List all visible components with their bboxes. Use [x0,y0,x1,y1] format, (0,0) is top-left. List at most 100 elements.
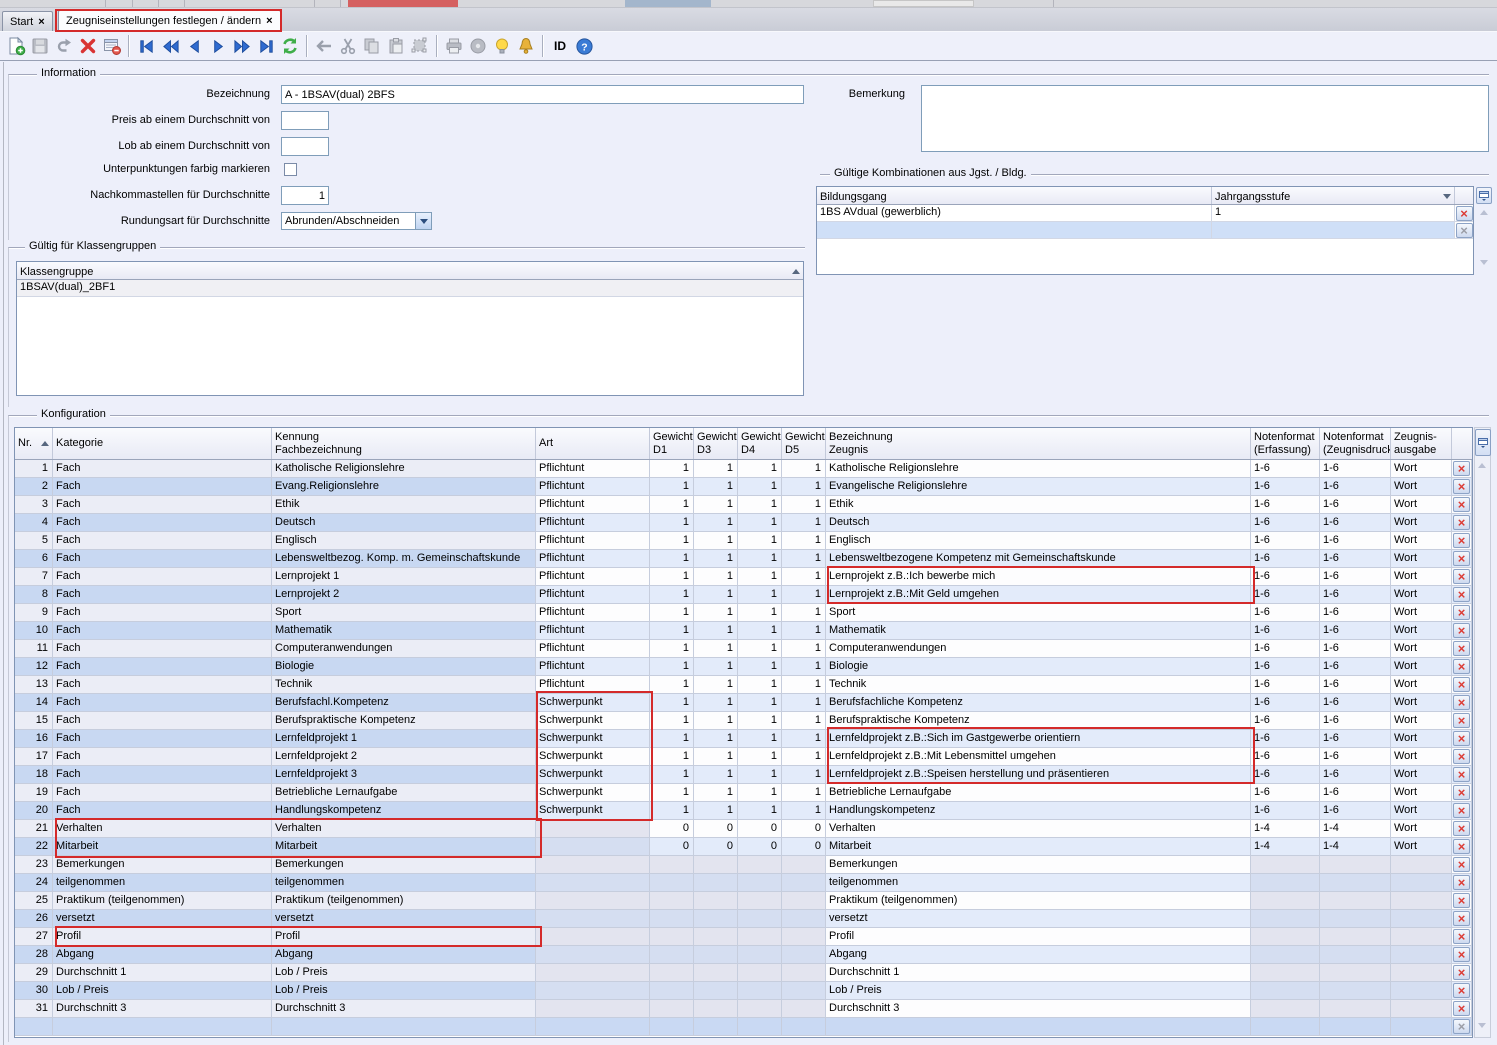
cell-nf_druck[interactable]: 1-6 [1320,478,1391,496]
cell-d1[interactable] [650,874,694,892]
cell-ausgabe[interactable]: Wort [1391,748,1452,766]
sort-ascending-icon[interactable] [41,441,49,446]
cell-bezeichnung[interactable]: Englisch [826,532,1251,550]
cell-kennung[interactable]: Bemerkungen [272,856,536,874]
cell-d1[interactable]: 1 [650,766,694,784]
cell-nf_erfassung[interactable]: 1-4 [1251,820,1320,838]
cell-d4[interactable]: 1 [738,694,782,712]
cell-art[interactable]: Pflichtunt [536,658,650,676]
cell-ausgabe[interactable]: Wort [1391,676,1452,694]
cell-d4[interactable]: 1 [738,676,782,694]
cell-nr[interactable]: 12 [15,658,53,676]
new-record-icon[interactable] [4,34,28,58]
cell-ausgabe[interactable]: Wort [1391,820,1452,838]
cell-bezeichnung[interactable]: Lernfeldprojekt z.B.:Mit Lebensmittel um… [826,748,1251,766]
cut-icon[interactable] [336,34,360,58]
column-header-gewicht-d4[interactable]: GewichtD4 [738,428,782,459]
cell-bezeichnung[interactable]: Bemerkungen [826,856,1251,874]
cell-d3[interactable]: 1 [694,622,738,640]
delete-row-button[interactable]: × [1453,605,1470,620]
klassengruppe-row[interactable]: 1BSAV(dual)_2BF1 [17,280,803,297]
konfiguration-row[interactable]: 17FachLernfeldprojekt 2Schwerpunkt1111Le… [15,748,1472,766]
delete-row-button[interactable]: × [1453,929,1470,944]
cell-kennung[interactable]: Durchschnitt 3 [272,1000,536,1018]
cell-d5[interactable]: 0 [782,838,826,856]
konfiguration-row[interactable]: 22MitarbeitMitarbeit0000Mitarbeit1-41-4W… [15,838,1472,856]
cell-d1[interactable]: 1 [650,694,694,712]
cell-d5[interactable]: 1 [782,766,826,784]
cell-bezeichnung[interactable]: Handlungskompetenz [826,802,1251,820]
cell-d4[interactable]: 1 [738,550,782,568]
cell-bezeichnung[interactable]: Katholische Religionslehre [826,460,1251,478]
cell-d3[interactable]: 1 [694,532,738,550]
delete-row-button[interactable]: × [1453,695,1470,710]
column-header-kennung[interactable]: KennungFachbezeichnung [272,428,536,459]
bemerkung-textarea[interactable] [921,85,1489,152]
cell-nf_druck[interactable] [1320,928,1391,946]
cell-nf_erfassung[interactable]: 1-6 [1251,640,1320,658]
cell-kennung[interactable]: Lob / Preis [272,964,536,982]
cell-d5[interactable]: 1 [782,460,826,478]
cell-nf_erfassung[interactable]: 1-6 [1251,532,1320,550]
cell-nr[interactable]: 30 [15,982,53,1000]
cell-d1[interactable] [650,964,694,982]
column-header-gewicht-d1[interactable]: GewichtD1 [650,428,694,459]
column-header-notenformat-erfassung[interactable]: Notenformat(Erfassung) [1251,428,1320,459]
cell-art-empty[interactable] [536,1018,650,1036]
cell-d1[interactable]: 1 [650,712,694,730]
cell-bezeichnung[interactable]: Berufspraktische Kompetenz [826,712,1251,730]
cell-kennung[interactable]: Berufspraktische Kompetenz [272,712,536,730]
cell-kategorie[interactable]: Fach [53,496,272,514]
cell-nf_druck[interactable] [1320,910,1391,928]
cell-d3[interactable]: 1 [694,676,738,694]
konfiguration-row[interactable]: 12FachBiologiePflichtunt1111Biologie1-61… [15,658,1472,676]
preis-input[interactable] [281,111,329,130]
cell-art[interactable]: Pflichtunt [536,532,650,550]
cell-kategorie[interactable]: Fach [53,712,272,730]
cell-d3[interactable]: 1 [694,802,738,820]
konfiguration-row[interactable]: 30Lob / PreisLob / PreisLob / Preis× [15,982,1472,1000]
cell-nf_druck[interactable]: 1-6 [1320,640,1391,658]
cell-nf_erfassung-empty[interactable] [1251,1018,1320,1036]
cell-d4[interactable]: 1 [738,784,782,802]
cell-nf_erfassung[interactable] [1251,928,1320,946]
cell-nf_druck[interactable]: 1-6 [1320,784,1391,802]
cell-nf_erfassung[interactable] [1251,964,1320,982]
cell-d4[interactable]: 1 [738,478,782,496]
cell-nf_erfassung[interactable] [1251,892,1320,910]
konfiguration-row[interactable]: 23BemerkungenBemerkungenBemerkungen× [15,856,1472,874]
cell-d4[interactable]: 1 [738,640,782,658]
konfiguration-row[interactable]: 31Durchschnitt 3Durchschnitt 3Durchschni… [15,1000,1472,1018]
back-arrow-icon[interactable] [312,34,336,58]
cell-bezeichnung[interactable]: Sport [826,604,1251,622]
cell-d1-empty[interactable] [650,1018,694,1036]
cell-d4[interactable]: 1 [738,622,782,640]
cell-art[interactable] [536,856,650,874]
cell-d4[interactable]: 1 [738,586,782,604]
cell-bezeichnung[interactable]: Biologie [826,658,1251,676]
cell-kennung-empty[interactable] [272,1018,536,1036]
cell-d3[interactable]: 1 [694,550,738,568]
konfiguration-row[interactable]: 21VerhaltenVerhalten0000Verhalten1-41-4W… [15,820,1472,838]
cell-bezeichnung[interactable]: Computeranwendungen [826,640,1251,658]
cell-d3[interactable] [694,982,738,1000]
cell-kennung[interactable]: Ethik [272,496,536,514]
cell-ausgabe[interactable]: Wort [1391,514,1452,532]
column-header-jahrgangsstufe[interactable]: Jahrgangsstufe [1212,187,1455,204]
cell-art[interactable]: Schwerpunkt [536,748,650,766]
cell-d1[interactable]: 1 [650,784,694,802]
cell-d4[interactable]: 0 [738,820,782,838]
konfiguration-row[interactable]: 7FachLernprojekt 1Pflichtunt1111Lernproj… [15,568,1472,586]
cell-nr[interactable]: 24 [15,874,53,892]
delete-row-button[interactable]: × [1453,803,1470,818]
cell-nf_erfassung[interactable]: 1-6 [1251,730,1320,748]
cell-kennung[interactable]: Verhalten [272,820,536,838]
delete-row-button[interactable]: × [1453,461,1470,476]
cell-d5[interactable]: 1 [782,640,826,658]
filter-dropdown-icon[interactable] [1443,194,1451,199]
cell-art[interactable] [536,982,650,1000]
nachkommastellen-input[interactable] [281,186,329,205]
cell-d3[interactable]: 1 [694,766,738,784]
cell-art[interactable]: Schwerpunkt [536,730,650,748]
cell-nr[interactable]: 13 [15,676,53,694]
